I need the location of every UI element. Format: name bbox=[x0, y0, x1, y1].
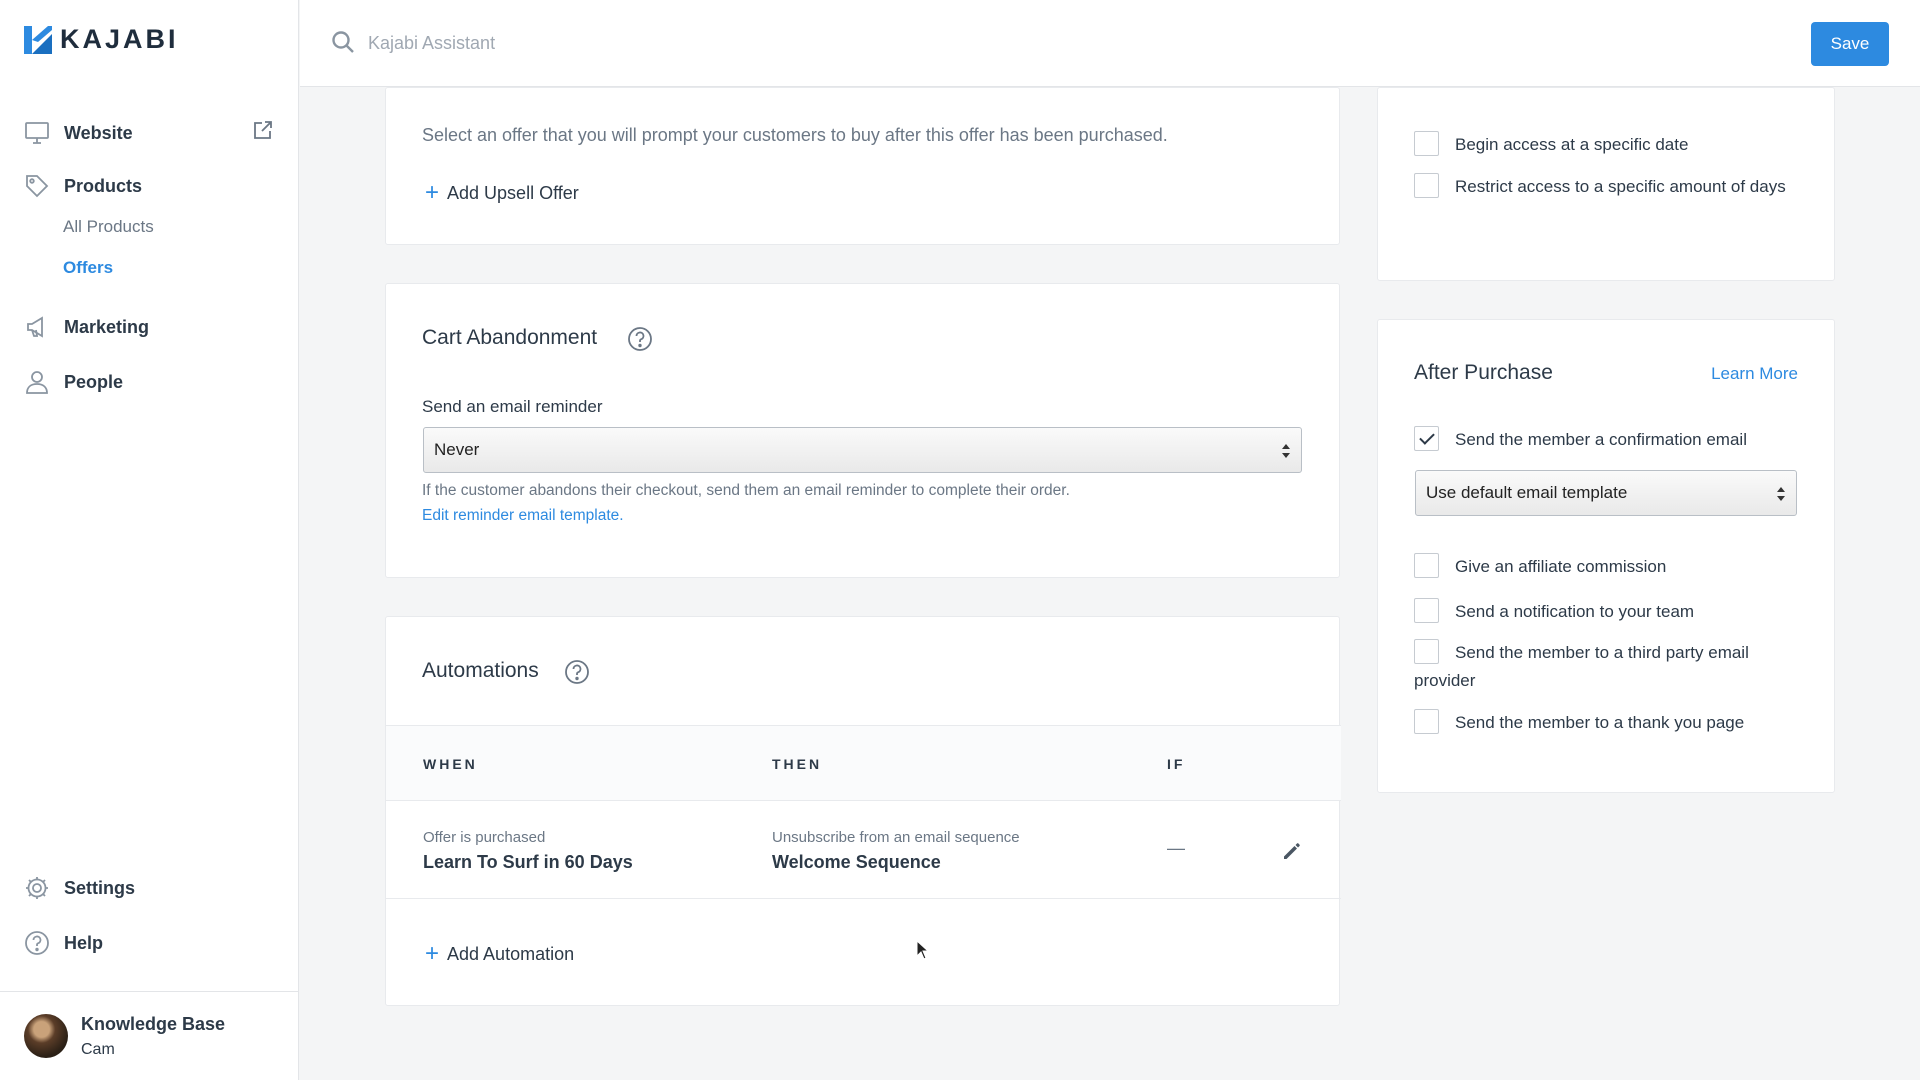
sidebar-item-website[interactable]: Website bbox=[24, 120, 133, 146]
sidebar-subitem-all-products[interactable]: All Products bbox=[63, 217, 154, 237]
add-automation-button[interactable]: + Add Automation bbox=[425, 942, 574, 966]
email-reminder-select[interactable]: Never bbox=[423, 427, 1302, 473]
access-option[interactable]: Begin access at a specific date bbox=[1414, 131, 1814, 159]
user-account[interactable]: Knowledge Base Cam bbox=[0, 991, 299, 1080]
sidebar-item-products[interactable]: Products bbox=[24, 173, 142, 199]
cart-abandonment-card: Cart Abandonment Send an email reminder … bbox=[385, 283, 1340, 578]
sidebar-item-settings[interactable]: Settings bbox=[24, 875, 135, 901]
email-template-select[interactable]: Use default email template bbox=[1415, 470, 1797, 516]
learn-more-link[interactable]: Learn More bbox=[1711, 364, 1798, 384]
cart-abandonment-title: Cart Abandonment bbox=[422, 326, 598, 349]
after-purchase-option[interactable]: Give an affiliate commission bbox=[1414, 553, 1814, 581]
then-action: Unsubscribe from an email sequence bbox=[772, 829, 1020, 846]
checkbox-label: Send the member a confirmation email bbox=[1455, 430, 1747, 449]
sidebar: KAJABI Website Products All Products Off… bbox=[0, 0, 299, 1080]
when-offer: Learn To Surf in 60 Days bbox=[423, 852, 633, 872]
select-value: Use default email template bbox=[1426, 483, 1628, 502]
gear-icon bbox=[26, 877, 48, 899]
table-header: WHEN THEN IF bbox=[386, 725, 1341, 801]
sidebar-item-label: Website bbox=[64, 122, 133, 143]
access-card: Begin access at a specific date Restrict… bbox=[1377, 87, 1835, 281]
help-circle-icon[interactable] bbox=[627, 326, 653, 352]
table-row: Offer is purchased Learn To Surf in 60 D… bbox=[386, 801, 1341, 899]
external-link-icon[interactable] bbox=[252, 119, 274, 141]
email-reminder-label: Send an email reminder bbox=[422, 397, 603, 416]
checkbox-label: Give an affiliate commission bbox=[1455, 557, 1667, 576]
sidebar-item-people[interactable]: People bbox=[24, 369, 123, 395]
checkbox[interactable] bbox=[1414, 598, 1439, 624]
checkbox-label: Restrict access to a specific amount of … bbox=[1455, 177, 1786, 196]
after-purchase-title: After Purchase bbox=[1414, 361, 1553, 384]
select-arrows-icon bbox=[1777, 487, 1785, 501]
if-condition: — bbox=[1167, 838, 1185, 858]
edit-reminder-template-link[interactable]: Edit reminder email template. bbox=[422, 507, 624, 525]
help-icon bbox=[25, 931, 49, 955]
user-name: Knowledge Base bbox=[81, 1014, 226, 1034]
checkbox[interactable] bbox=[1414, 639, 1439, 665]
confirmation-email-option[interactable]: Send the member a confirmation email bbox=[1414, 426, 1814, 454]
avatar bbox=[24, 1014, 68, 1058]
automations-title: Automations bbox=[422, 659, 539, 682]
sidebar-item-label: Marketing bbox=[64, 316, 150, 337]
sidebar-item-label: Settings bbox=[64, 877, 136, 898]
checkbox-label: Send the member to a thank you page bbox=[1455, 713, 1745, 732]
cart-help-text: If the customer abandons their checkout,… bbox=[422, 482, 1070, 499]
access-option[interactable]: Restrict access to a specific amount of … bbox=[1414, 173, 1814, 201]
checkbox-label: Begin access at a specific date bbox=[1455, 135, 1689, 154]
person-icon bbox=[26, 371, 48, 394]
search-icon bbox=[332, 31, 354, 53]
checkbox[interactable] bbox=[1414, 709, 1439, 735]
after-purchase-card: After Purchase Learn More Send the membe… bbox=[1377, 319, 1835, 793]
after-purchase-option[interactable]: Send the member to a thank you page bbox=[1414, 709, 1814, 737]
upsell-card: Select an offer that you will prompt you… bbox=[385, 87, 1340, 245]
select-arrows-icon bbox=[1282, 444, 1290, 458]
column-header-if: IF bbox=[1167, 756, 1186, 772]
monitor-icon bbox=[25, 122, 49, 144]
when-trigger: Offer is purchased bbox=[423, 829, 546, 846]
plus-icon: + bbox=[425, 179, 440, 206]
plus-icon: + bbox=[425, 940, 440, 967]
checkbox-label: Send the member to a third party email p… bbox=[1414, 643, 1749, 690]
topbar: Save bbox=[300, 0, 1920, 87]
user-subtitle: Cam bbox=[81, 1041, 115, 1058]
kajabi-logo[interactable]: KAJABI bbox=[24, 24, 179, 55]
sidebar-item-help[interactable]: Help bbox=[24, 930, 103, 956]
help-circle-icon[interactable] bbox=[564, 659, 590, 685]
megaphone-icon bbox=[27, 316, 43, 338]
checkbox[interactable] bbox=[1414, 131, 1439, 157]
column-header-then: THEN bbox=[772, 756, 823, 772]
mouse-cursor-icon bbox=[916, 940, 930, 960]
sidebar-item-label: Products bbox=[64, 175, 143, 196]
after-purchase-option[interactable]: Send the member to a third party email p… bbox=[1414, 639, 1814, 695]
add-upsell-offer-button[interactable]: + Add Upsell Offer bbox=[425, 181, 579, 205]
then-sequence: Welcome Sequence bbox=[772, 852, 941, 872]
sidebar-item-label: People bbox=[64, 371, 124, 392]
kajabi-logo-icon bbox=[24, 25, 52, 54]
pencil-icon[interactable] bbox=[1282, 841, 1302, 861]
checkbox[interactable] bbox=[1414, 553, 1439, 579]
checkbox-checked[interactable] bbox=[1414, 426, 1439, 452]
tag-icon bbox=[26, 175, 49, 198]
save-button[interactable]: Save bbox=[1811, 22, 1889, 66]
sidebar-item-marketing[interactable]: Marketing bbox=[24, 314, 149, 340]
search-input[interactable] bbox=[368, 26, 968, 60]
add-upsell-label: Add Upsell Offer bbox=[447, 182, 579, 203]
sidebar-subitem-offers[interactable]: Offers bbox=[63, 258, 113, 278]
add-automation-label: Add Automation bbox=[447, 943, 575, 964]
upsell-description: Select an offer that you will prompt you… bbox=[422, 125, 1168, 145]
automations-card: Automations WHEN THEN IF Offer is purcha… bbox=[385, 616, 1341, 1006]
after-purchase-option[interactable]: Send a notification to your team bbox=[1414, 598, 1814, 626]
column-header-when: WHEN bbox=[423, 756, 478, 772]
sidebar-item-label: Help bbox=[64, 932, 104, 953]
select-value: Never bbox=[434, 440, 480, 459]
logo-text: KAJABI bbox=[60, 24, 179, 54]
checkbox[interactable] bbox=[1414, 173, 1439, 199]
checkbox-label: Send a notification to your team bbox=[1455, 602, 1695, 621]
